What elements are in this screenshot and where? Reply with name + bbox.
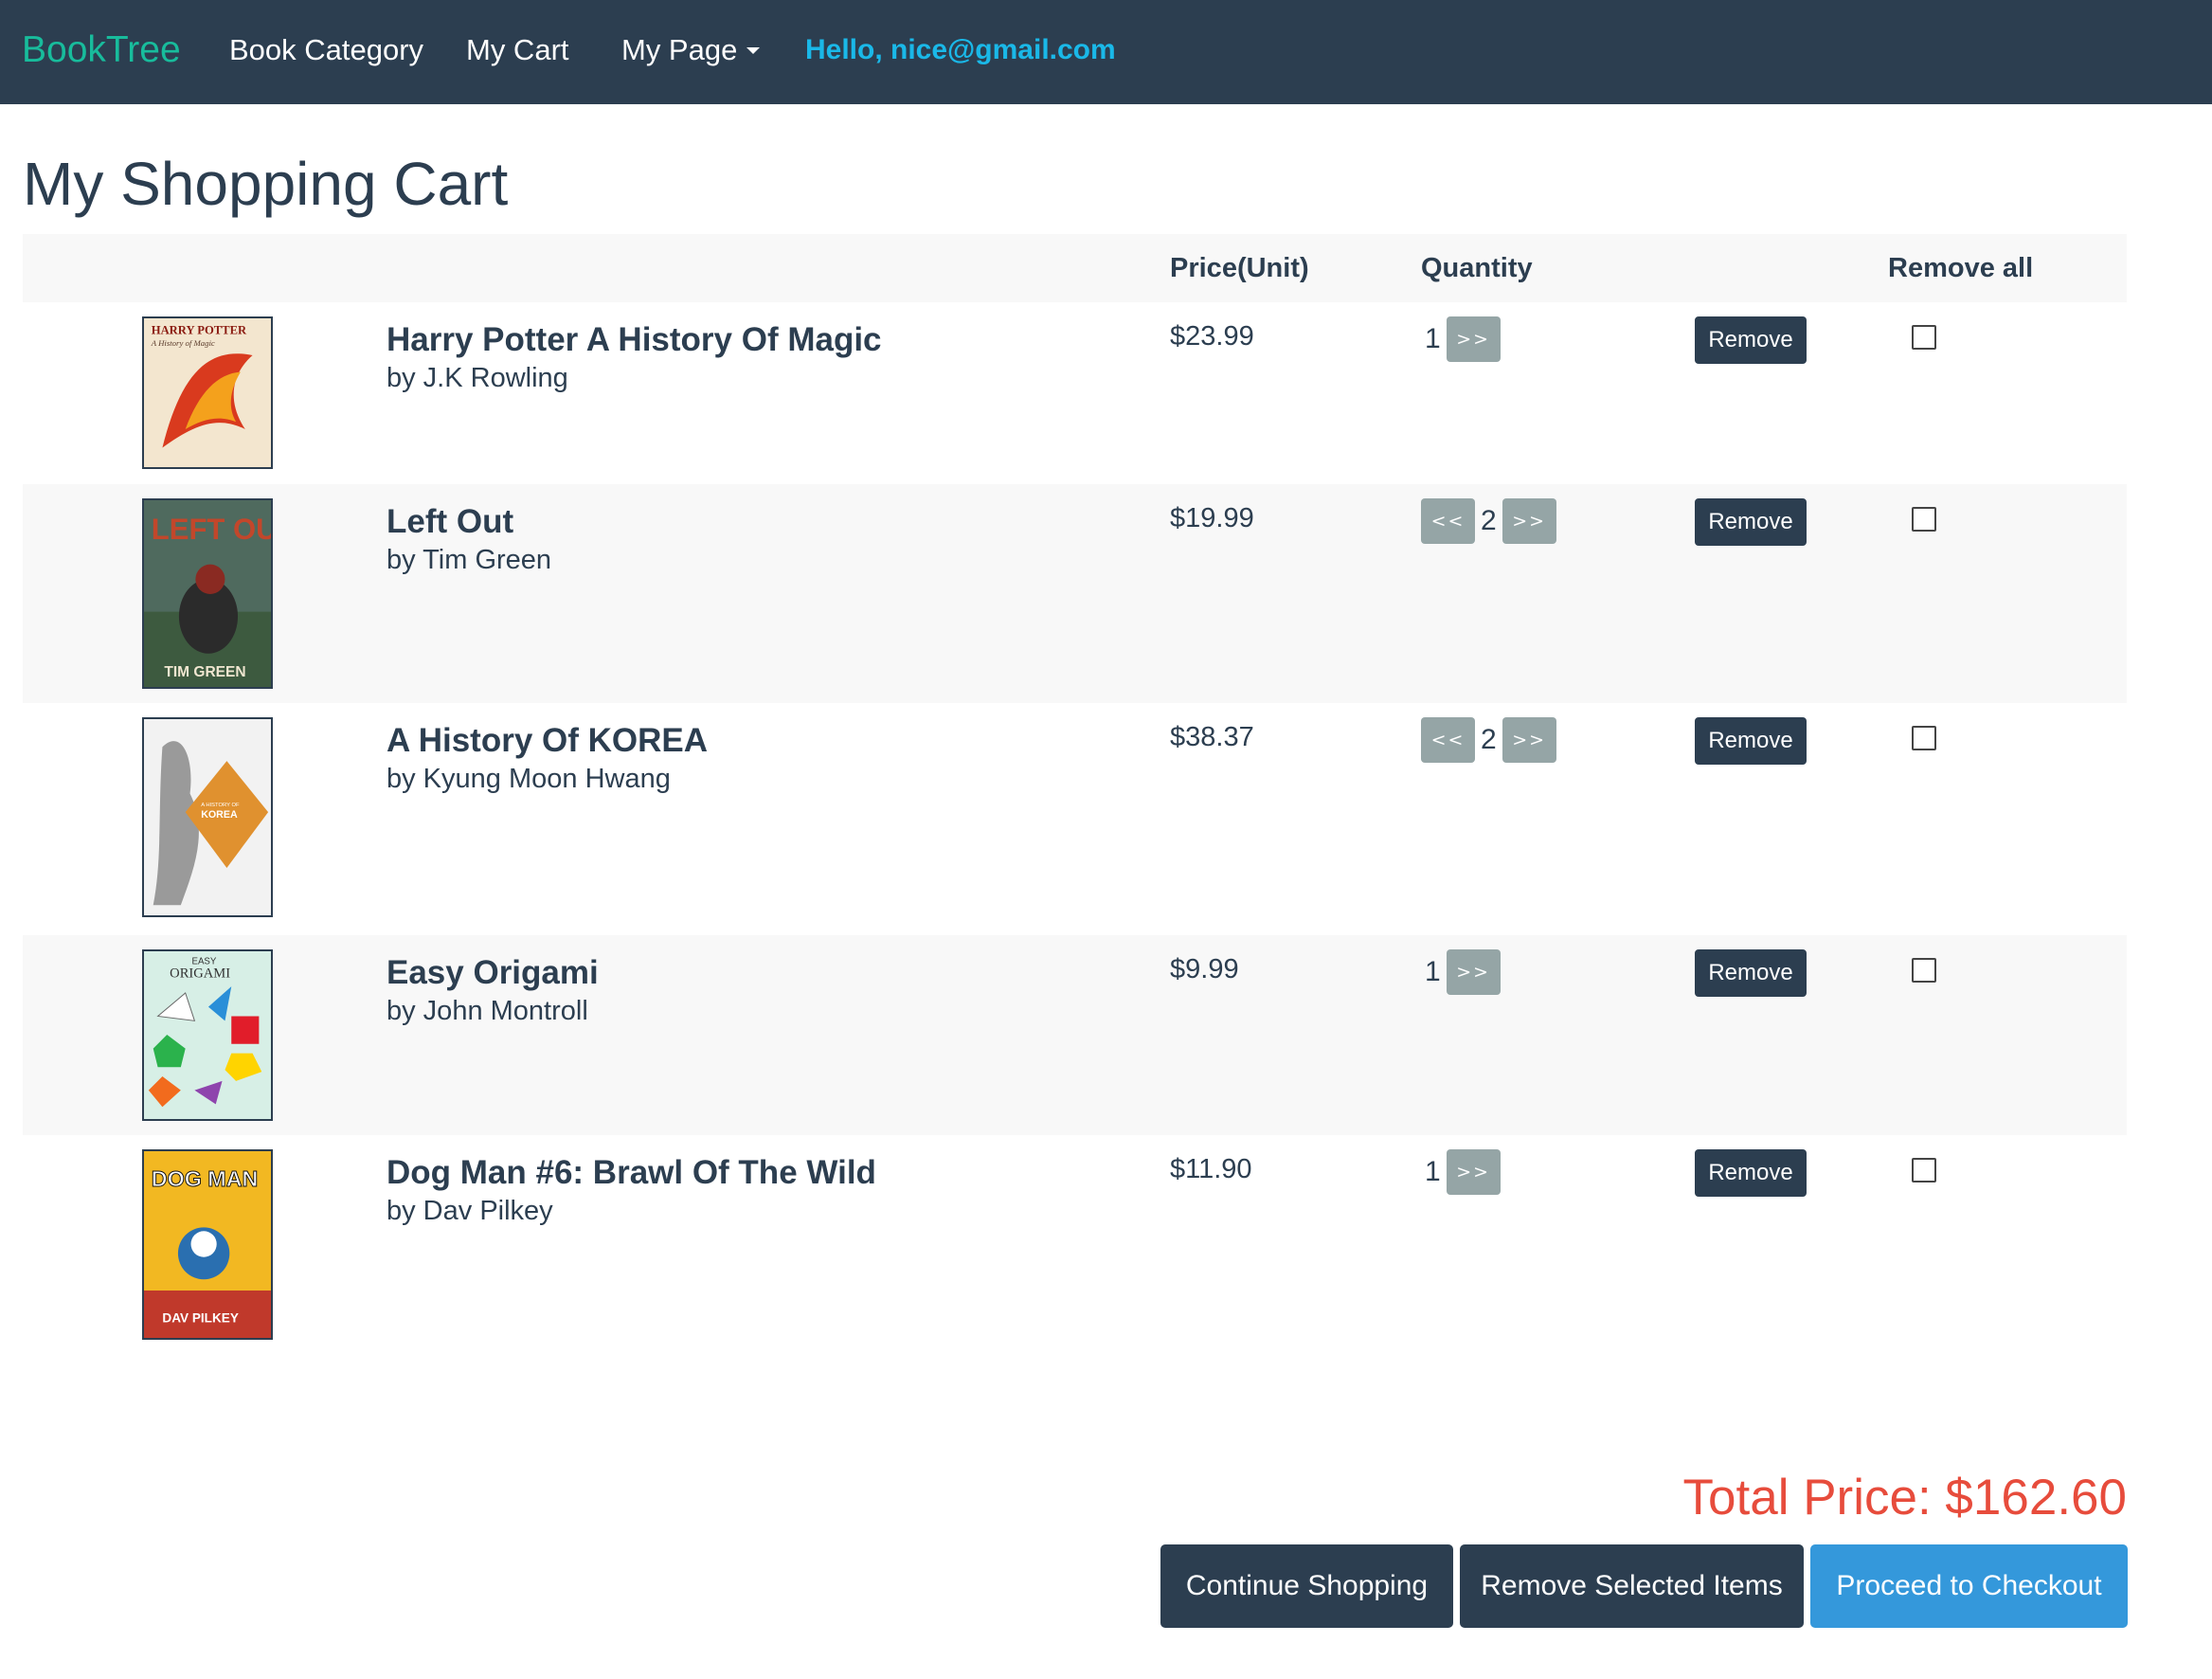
book-cover-image[interactable]: EASY ORIGAMI: [142, 949, 273, 1121]
svg-text:DOG MAN: DOG MAN: [152, 1166, 259, 1191]
book-author: by J.K Rowling: [387, 363, 568, 393]
svg-text:HARRY POTTER: HARRY POTTER: [152, 324, 247, 337]
quantity-stepper: << 2 >>: [1421, 717, 1556, 763]
book-author: by Tim Green: [387, 545, 552, 575]
book-cover-art: A HISTORY OF KOREA: [144, 719, 271, 915]
remove-button[interactable]: Remove: [1695, 316, 1807, 364]
header-remove-all: Remove all: [1888, 253, 2034, 283]
navbar: BookTree Book Category My Cart My Page H…: [0, 0, 2212, 104]
table-row: A HISTORY OF KOREA A History Of KOREA by…: [23, 703, 2127, 935]
nav-book-category[interactable]: Book Category: [229, 0, 423, 104]
book-cover-image[interactable]: HARRY POTTER A History of Magic: [142, 316, 273, 469]
remove-checkbox[interactable]: [1912, 726, 1936, 750]
header-price: Price(Unit): [1170, 253, 1309, 283]
book-cover-image[interactable]: DOG MAN DAV PILKEY: [142, 1149, 273, 1340]
table-row: DOG MAN DAV PILKEY Dog Man #6: Brawl Of …: [23, 1135, 2127, 1353]
svg-text:DAV PILKEY: DAV PILKEY: [162, 1310, 238, 1325]
remove-button[interactable]: Remove: [1695, 949, 1807, 997]
book-title[interactable]: Harry Potter A History Of Magic: [387, 319, 882, 361]
book-cover-art: DOG MAN DAV PILKEY: [144, 1151, 271, 1338]
remove-button[interactable]: Remove: [1695, 1149, 1807, 1197]
total-price: Total Price: $162.60: [1682, 1470, 2127, 1526]
remove-checkbox[interactable]: [1912, 507, 1936, 532]
remove-checkbox[interactable]: [1912, 1158, 1936, 1183]
book-title[interactable]: Left Out: [387, 501, 513, 543]
quantity-stepper: << 2 >>: [1421, 498, 1556, 544]
increase-quantity-button[interactable]: >>: [1446, 1149, 1501, 1195]
svg-text:A HISTORY OF: A HISTORY OF: [201, 803, 240, 808]
book-cover-art: EASY ORIGAMI: [144, 951, 271, 1119]
table-row: LEFT OUT TIM GREEN Left Out by Tim Green…: [23, 484, 2127, 703]
svg-text:ORIGAMI: ORIGAMI: [170, 966, 230, 981]
quantity-stepper: 1 >>: [1421, 316, 1501, 362]
book-cover-image[interactable]: LEFT OUT TIM GREEN: [142, 498, 273, 689]
nav-my-cart[interactable]: My Cart: [466, 0, 569, 104]
unit-price: $11.90: [1170, 1154, 1252, 1184]
continue-shopping-button[interactable]: Continue Shopping: [1160, 1544, 1453, 1628]
quantity-stepper: 1 >>: [1421, 1149, 1501, 1195]
book-title[interactable]: Dog Man #6: Brawl Of The Wild: [387, 1152, 876, 1194]
book-author: by Dav Pilkey: [387, 1196, 553, 1226]
nav-my-page-label: My Page: [621, 33, 738, 66]
unit-price: $19.99: [1170, 503, 1254, 533]
decrease-quantity-button[interactable]: <<: [1421, 717, 1475, 763]
quantity-stepper: 1 >>: [1421, 949, 1501, 995]
remove-selected-items-button[interactable]: Remove Selected Items: [1460, 1544, 1804, 1628]
cart-table: Price(Unit) Quantity Remove all HARRY PO…: [23, 234, 2127, 1353]
svg-text:LEFT OUT: LEFT OUT: [152, 513, 271, 546]
user-greeting[interactable]: Hello, nice@gmail.com: [805, 0, 1116, 104]
quantity-value: 1: [1425, 956, 1441, 987]
book-cover-art: HARRY POTTER A History of Magic: [144, 318, 271, 467]
page-title: My Shopping Cart: [23, 150, 509, 218]
svg-text:KOREA: KOREA: [201, 809, 238, 821]
svg-text:A History of Magic: A History of Magic: [151, 338, 215, 348]
unit-price: $38.37: [1170, 722, 1254, 752]
book-author: by John Montroll: [387, 996, 588, 1026]
unit-price: $23.99: [1170, 321, 1254, 352]
book-author: by Kyung Moon Hwang: [387, 764, 671, 794]
header-quantity: Quantity: [1421, 253, 1533, 283]
nav-my-page-dropdown[interactable]: My Page: [621, 0, 761, 104]
table-row: EASY ORIGAMI Easy Origami by John Montro…: [23, 935, 2127, 1135]
table-row: HARRY POTTER A History of Magic Harry Po…: [23, 302, 2127, 484]
increase-quantity-button[interactable]: >>: [1446, 949, 1501, 995]
remove-checkbox[interactable]: [1912, 325, 1936, 350]
increase-quantity-button[interactable]: >>: [1502, 717, 1556, 763]
proceed-to-checkout-button[interactable]: Proceed to Checkout: [1810, 1544, 2128, 1628]
quantity-value: 2: [1481, 505, 1497, 536]
svg-text:TIM GREEN: TIM GREEN: [164, 664, 245, 680]
table-header: Price(Unit) Quantity Remove all: [23, 234, 2127, 302]
quantity-value: 1: [1425, 323, 1441, 354]
book-cover-art: LEFT OUT TIM GREEN: [144, 500, 271, 687]
book-title[interactable]: Easy Origami: [387, 952, 599, 994]
increase-quantity-button[interactable]: >>: [1502, 498, 1556, 544]
quantity-value: 1: [1425, 1156, 1441, 1187]
book-cover-image[interactable]: A HISTORY OF KOREA: [142, 717, 273, 917]
remove-checkbox[interactable]: [1912, 958, 1936, 983]
caret-down-icon: [746, 47, 761, 55]
decrease-quantity-button[interactable]: <<: [1421, 498, 1475, 544]
quantity-value: 2: [1481, 724, 1497, 755]
book-title[interactable]: A History Of KOREA: [387, 720, 708, 762]
remove-button[interactable]: Remove: [1695, 498, 1807, 546]
unit-price: $9.99: [1170, 954, 1239, 984]
remove-button[interactable]: Remove: [1695, 717, 1807, 765]
brand-logo[interactable]: BookTree: [22, 0, 181, 104]
increase-quantity-button[interactable]: >>: [1446, 316, 1501, 362]
